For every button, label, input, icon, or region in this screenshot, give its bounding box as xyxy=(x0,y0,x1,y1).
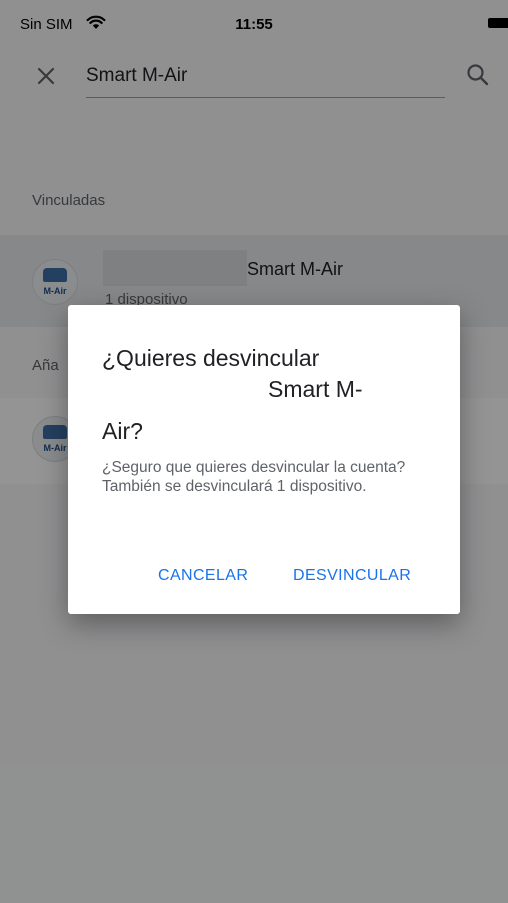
dialog-title-line-2: Smart M- xyxy=(268,376,363,402)
unlink-dialog: ¿Quieres desvincular Smart M- Air? ¿Segu… xyxy=(68,305,460,614)
dialog-title: ¿Quieres desvincular Smart M- Air? xyxy=(102,343,432,447)
dialog-title-line-3: Air? xyxy=(102,418,143,444)
dialog-title-line-1: ¿Quieres desvincular xyxy=(102,345,320,371)
cancel-button[interactable]: CANCELAR xyxy=(158,567,248,585)
app-screen: Sin SIM 11:55 Smart M-Air Vinculadas M-A… xyxy=(0,0,508,903)
dialog-message: ¿Seguro que quieres desvincular la cuent… xyxy=(102,459,406,495)
unlink-button[interactable]: DESVINCULAR xyxy=(293,567,411,585)
